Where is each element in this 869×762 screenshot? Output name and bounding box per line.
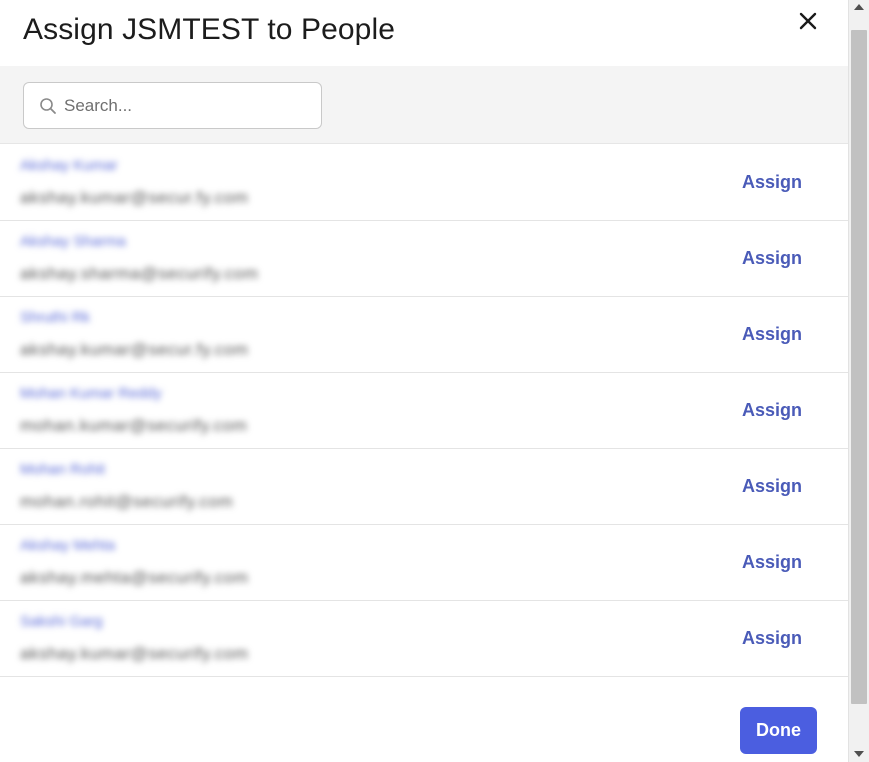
scrollbar-thumb[interactable] [851, 30, 867, 704]
list-item: Akshay Kumar akshay.kumar@secur.fy.com A… [0, 145, 848, 221]
assign-button[interactable]: Assign [742, 552, 802, 573]
person-name: Sakshi Garg [20, 613, 103, 630]
person-name: Shruthi Rk [20, 309, 91, 326]
search-icon [40, 98, 56, 114]
list-item: Mohan Rohit mohan.rohit@securify.com Ass… [0, 449, 848, 525]
done-button[interactable]: Done [740, 707, 817, 754]
person-email: akshay.kumar@securify.com [20, 644, 249, 663]
list-item: Akshay Mehta akshay.mehta@securify.com A… [0, 525, 848, 601]
people-list: Akshay Kumar akshay.kumar@secur.fy.com A… [0, 145, 848, 677]
search-area [0, 66, 848, 144]
scroll-up-arrow-icon[interactable] [854, 4, 864, 10]
person-email: akshay.mehta@securify.com [20, 568, 249, 587]
person-name: Mohan Kumar Reddy [20, 385, 162, 402]
assign-button[interactable]: Assign [742, 172, 802, 193]
person-name: Akshay Kumar [20, 157, 118, 174]
dialog-title: Assign JSMTEST to People [23, 13, 396, 46]
list-item: Mohan Kumar Reddy mohan.kumar@securify.c… [0, 373, 848, 449]
close-button[interactable] [796, 9, 820, 33]
search-box [23, 82, 322, 129]
person-email: mohan.rohit@securify.com [20, 492, 234, 511]
person-name: Akshay Mehta [20, 537, 116, 554]
vertical-scrollbar[interactable] [848, 0, 869, 762]
person-email: akshay.sharma@securify.com [20, 264, 259, 283]
person-email: akshay.kumar@secur.fy.com [20, 188, 249, 207]
list-item: Shruthi Rk akshay.kumar@secur.fy.com Ass… [0, 297, 848, 373]
assign-button[interactable]: Assign [742, 400, 802, 421]
dialog-header: Assign JSMTEST to People [0, 0, 848, 66]
assign-button[interactable]: Assign [742, 476, 802, 497]
assign-people-dialog: Assign JSMTEST to People Akshay Kumar ak… [0, 0, 848, 762]
close-icon [799, 12, 817, 30]
person-name: Mohan Rohit [20, 461, 106, 478]
person-name: Akshay Sharma [20, 233, 126, 250]
assign-button[interactable]: Assign [742, 248, 802, 269]
assign-button[interactable]: Assign [742, 628, 802, 649]
list-item: Akshay Sharma akshay.sharma@securify.com… [0, 221, 848, 297]
search-input[interactable] [64, 91, 314, 120]
person-email: mohan.kumar@securify.com [20, 416, 248, 435]
list-item: Sakshi Garg akshay.kumar@securify.com As… [0, 601, 848, 677]
assign-button[interactable]: Assign [742, 324, 802, 345]
person-email: akshay.kumar@secur.fy.com [20, 340, 249, 359]
scroll-down-arrow-icon[interactable] [854, 751, 864, 757]
